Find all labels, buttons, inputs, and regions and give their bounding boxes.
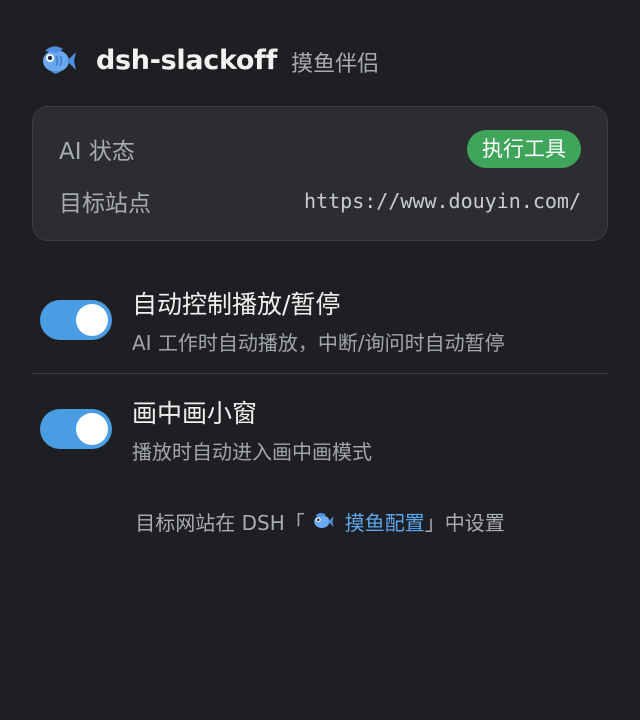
status-badge: 执行工具	[467, 130, 581, 168]
app-header: dsh-slackoff 摸鱼伴侣	[38, 40, 379, 80]
slackoff-config-link[interactable]: 摸鱼配置	[305, 507, 425, 536]
status-card: AI 状态 执行工具 目标站点 https://www.douyin.com/	[32, 106, 608, 241]
footer-suffix: 」中设置	[424, 510, 505, 535]
setting-pip: 画中画小窗 播放时自动进入画中画模式	[40, 394, 608, 465]
footer-prefix: 目标网站在 DSH「	[135, 510, 305, 535]
setting-text: 画中画小窗 播放时自动进入画中画模式	[132, 394, 372, 465]
target-site-row: 目标站点 https://www.douyin.com/	[59, 181, 581, 221]
ai-status-row: AI 状态 执行工具	[59, 129, 581, 169]
toggle-knob	[76, 304, 108, 336]
setting-title: 画中画小窗	[132, 398, 258, 428]
target-site-value: https://www.douyin.com/	[304, 189, 581, 213]
setting-text: 自动控制播放/暂停 AI 工作时自动播放，中断/询问时自动暂停	[132, 285, 505, 356]
setting-title: 自动控制播放/暂停	[132, 289, 341, 319]
pip-toggle[interactable]	[40, 409, 112, 449]
auto-play-toggle[interactable]	[40, 300, 112, 340]
setting-auto-play: 自动控制播放/暂停 AI 工作时自动播放，中断/询问时自动暂停	[40, 285, 608, 356]
app-name: dsh-slackoff	[96, 44, 278, 76]
app-subtitle: 摸鱼伴侣	[291, 52, 380, 77]
toggle-knob	[76, 413, 108, 445]
fish-icon	[38, 40, 78, 80]
setting-description: 播放时自动进入画中画模式	[132, 439, 372, 464]
setting-description: AI 工作时自动播放，中断/询问时自动暂停	[132, 330, 505, 355]
ai-status-label: AI 状态	[59, 139, 135, 165]
divider	[32, 373, 608, 374]
fish-icon	[311, 511, 335, 531]
target-site-label: 目标站点	[59, 191, 151, 217]
footer-note: 目标网站在 DSH「 摸鱼配置 」中设置	[0, 505, 640, 537]
footer-link-text: 摸鱼配置	[344, 510, 425, 535]
